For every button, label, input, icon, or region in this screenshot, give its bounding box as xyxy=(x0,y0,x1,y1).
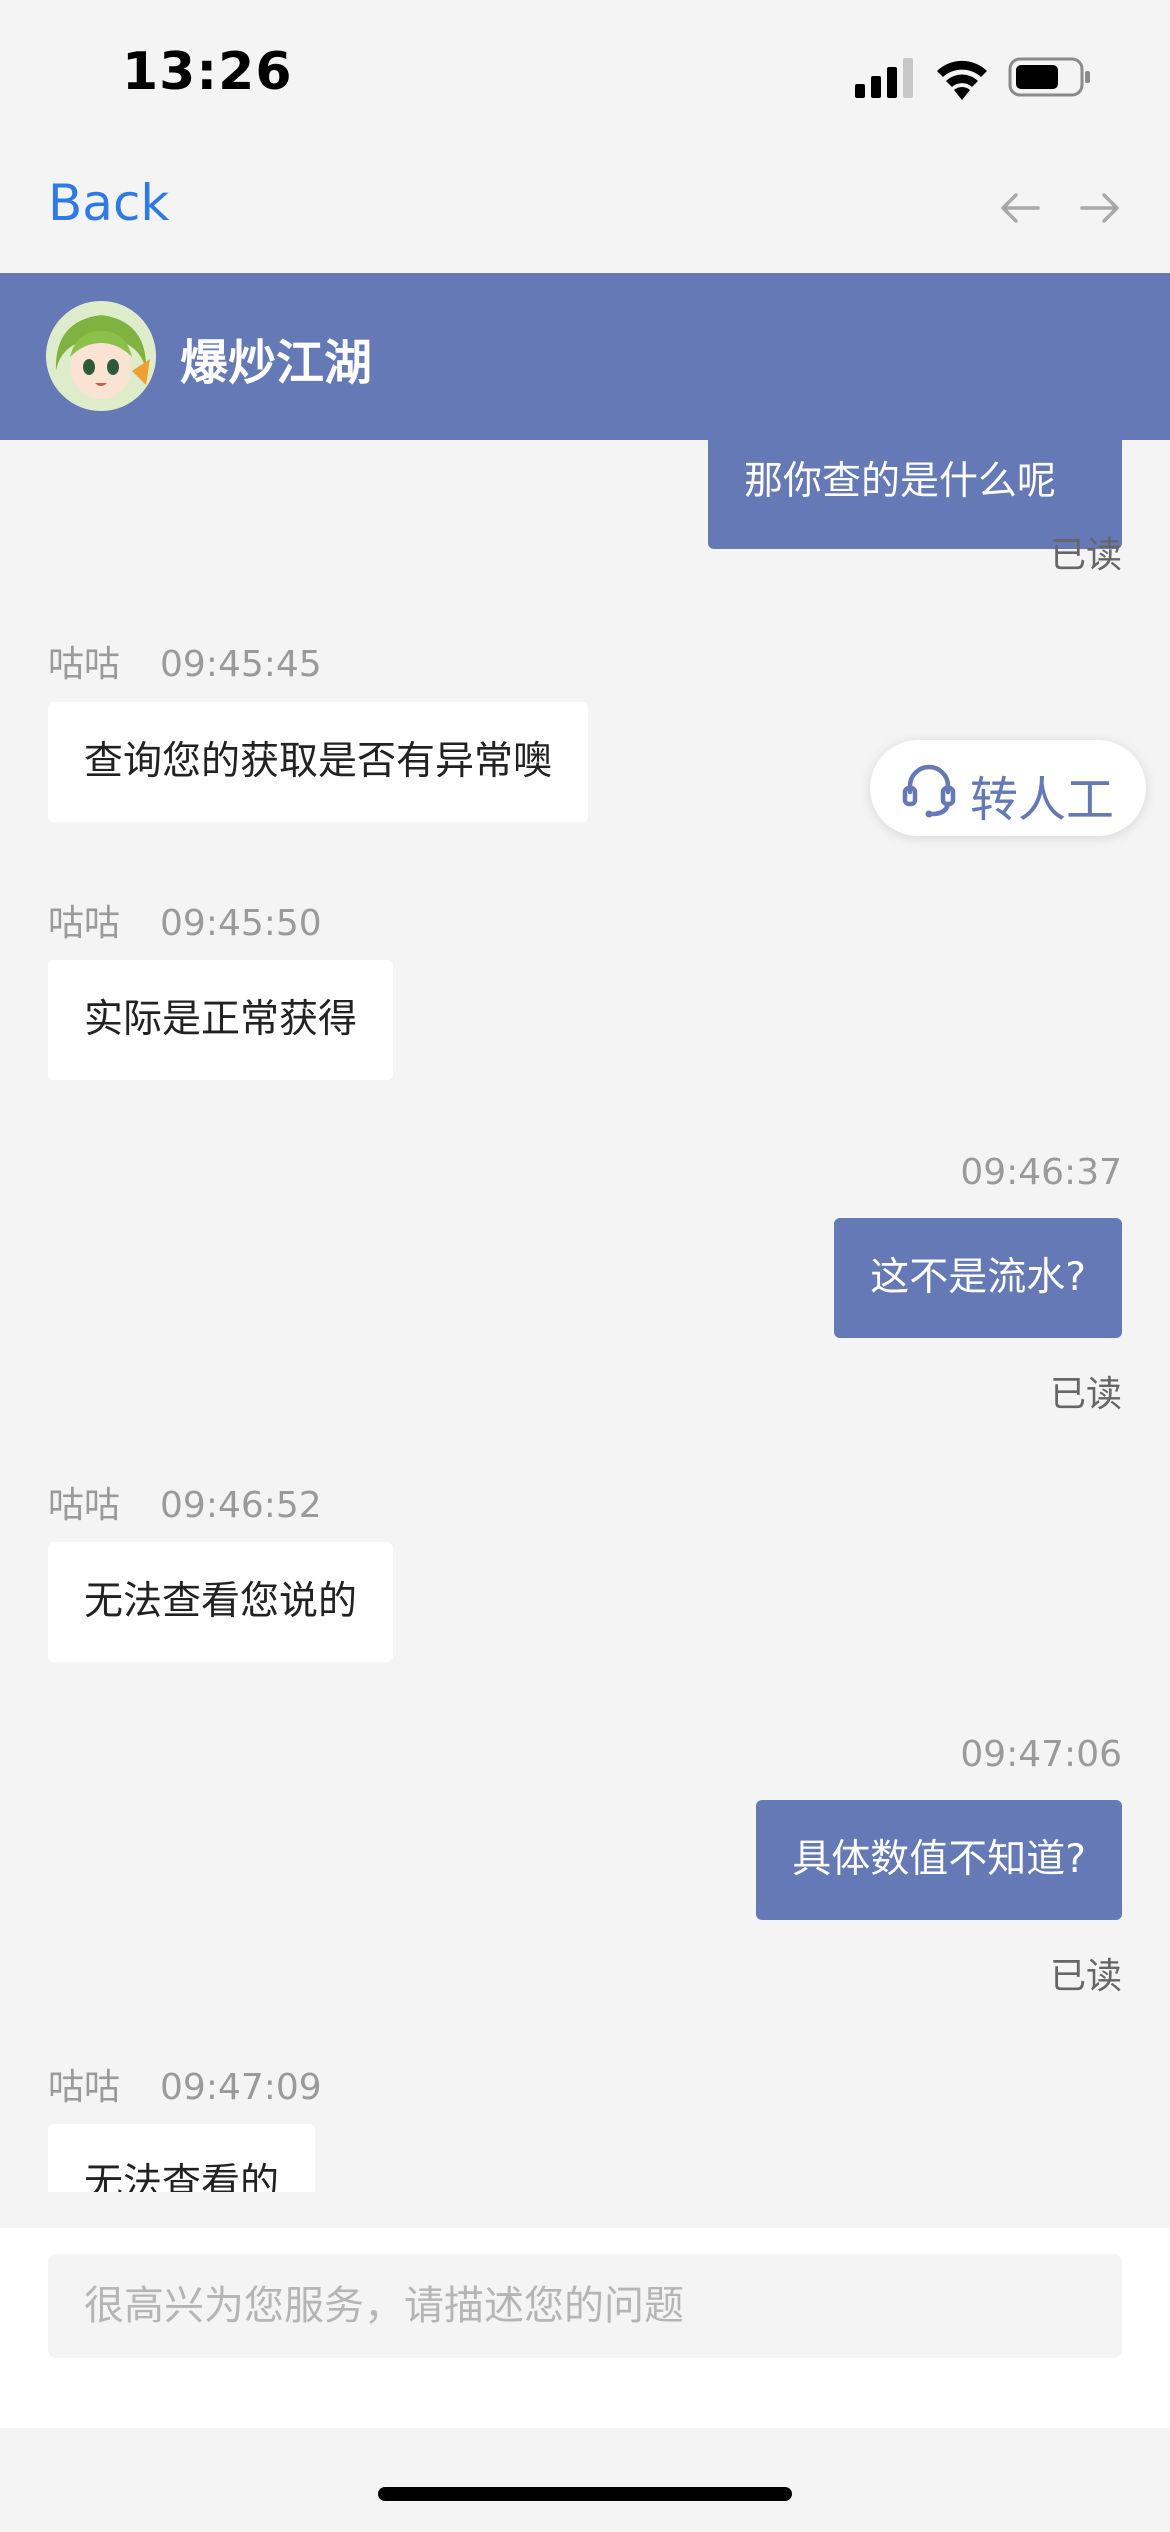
message-input-bar xyxy=(0,2228,1170,2428)
sender-name: 咕咕 xyxy=(48,2067,121,2108)
message-meta: 09:47:06 xyxy=(960,1734,1122,1775)
arrow-left-icon[interactable] xyxy=(998,186,1042,230)
sender-name: 咕咕 xyxy=(48,644,121,685)
message-time: 09:45:50 xyxy=(160,903,322,944)
chat-message-list[interactable]: 那你查的是什么呢 已读 咕咕 09:45:45 查询您的获取是否有异常噢 咕咕 09… xyxy=(0,440,1170,2192)
sender-name: 咕咕 xyxy=(48,1485,121,1526)
message-bubble-outgoing: 这不是流水? xyxy=(834,1218,1122,1338)
message-text: 具体数值不知道? xyxy=(792,1837,1086,1882)
sender-name: 咕咕 xyxy=(48,903,121,944)
message-bubble-outgoing: 具体数值不知道? xyxy=(756,1800,1122,1920)
message-meta: 咕咕 09:45:50 xyxy=(48,894,322,946)
wifi-icon xyxy=(937,60,987,100)
navigation-bar: Back xyxy=(0,150,1170,273)
chat-screen: 13:26 Back 爆炒江湖 那你查的是什么呢 已读 咕咕 09:45:45 … xyxy=(0,0,1170,2532)
status-bar: 13:26 xyxy=(0,0,1170,150)
headset-icon xyxy=(902,764,956,818)
message-meta: 咕咕 09:46:52 xyxy=(48,1476,322,1528)
message-bubble-incoming: 无法查看的 xyxy=(48,2124,316,2192)
avatar-icon xyxy=(46,301,156,411)
message-time: 09:47:09 xyxy=(160,2067,322,2108)
message-text: 这不是流水? xyxy=(870,1255,1086,1300)
chat-header: 爆炒江湖 xyxy=(0,273,1170,440)
chat-title: 爆炒江湖 xyxy=(180,335,373,391)
arrow-right-icon[interactable] xyxy=(1078,186,1122,230)
message-text: 那你查的是什么呢 xyxy=(744,459,1057,504)
message-time: 09:46:52 xyxy=(160,1485,322,1526)
message-bubble-incoming: 无法查看您说的 xyxy=(48,1542,394,1662)
cellular-signal-icon xyxy=(855,58,913,98)
transfer-button-label: 转人工 xyxy=(970,772,1115,828)
message-meta: 09:46:37 xyxy=(960,1152,1122,1193)
message-meta: 咕咕 09:47:09 xyxy=(48,2058,322,2110)
message-text: 实际是正常获得 xyxy=(84,997,358,1042)
home-indicator xyxy=(378,2487,792,2501)
message-text: 查询您的获取是否有异常噢 xyxy=(84,739,553,784)
message-text: 无法查看的 xyxy=(84,2161,280,2192)
battery-icon xyxy=(1008,57,1090,97)
message-text: 无法查看您说的 xyxy=(84,1579,358,1624)
read-status-label: 已读 xyxy=(1049,1956,1122,1997)
message-time: 09:45:45 xyxy=(160,644,322,685)
message-bubble-incoming: 实际是正常获得 xyxy=(48,960,394,1080)
message-bubble-incoming: 查询您的获取是否有异常噢 xyxy=(48,702,589,822)
message-meta: 咕咕 09:45:45 xyxy=(48,635,322,687)
back-button[interactable]: Back xyxy=(48,174,169,232)
message-time: 09:47:06 xyxy=(960,1734,1122,1775)
read-status-label: 已读 xyxy=(1049,535,1122,576)
status-time: 13:26 xyxy=(122,42,293,102)
read-status-label: 已读 xyxy=(1049,1374,1122,1415)
message-time: 09:46:37 xyxy=(960,1152,1122,1193)
transfer-to-human-button[interactable]: 转人工 xyxy=(870,740,1146,836)
message-input[interactable] xyxy=(48,2254,1122,2358)
